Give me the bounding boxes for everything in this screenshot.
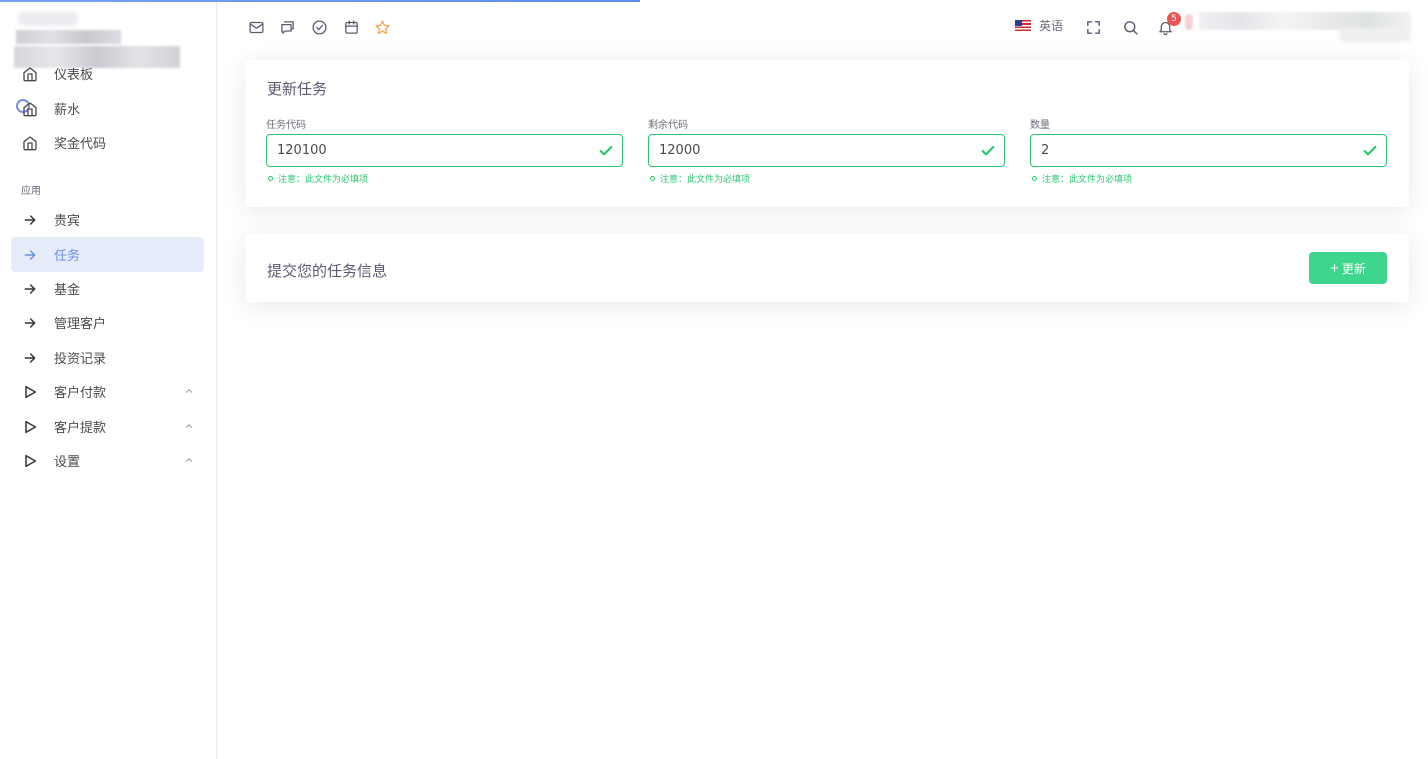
- circle-icon: [268, 176, 273, 181]
- sidebar-item-dashboard[interactable]: 仪表板: [11, 56, 204, 91]
- field-label: 数量: [1030, 120, 1050, 131]
- field-label: 剩余代码: [648, 120, 688, 131]
- calendar-icon[interactable]: [342, 18, 360, 36]
- hint-text: 注意：此文件为必填项: [1042, 175, 1133, 185]
- sidebar-item-bonus-code[interactable]: 奖金代码: [11, 125, 204, 160]
- loading-progress-bar: [0, 0, 640, 2]
- sidebar-item-label: 客户付款: [54, 386, 107, 401]
- remaining-code-input-wrapper: [648, 134, 1005, 167]
- home-icon: [21, 100, 39, 118]
- sidebar-item-settings[interactable]: 设置: [11, 443, 204, 478]
- sidebar-item-label: 客户提款: [54, 421, 107, 436]
- check-icon: [599, 145, 613, 156]
- hint-text: 注意：此文件为必填项: [660, 175, 751, 185]
- home-icon: [21, 65, 39, 83]
- arrow-right-icon: [21, 246, 39, 264]
- chevron-up-icon: [185, 458, 193, 462]
- play-icon: [21, 383, 39, 401]
- sidebar-item-label: 贵宾: [54, 214, 81, 229]
- update-task-card: 更新任务 任务代码 注意：此文件为必填项 剩余代码 注意：此文件为必填项 数量: [245, 60, 1409, 207]
- arrow-right-icon: [21, 280, 39, 298]
- sidebar-item-customer-payments[interactable]: 客户付款: [11, 374, 204, 409]
- play-icon: [21, 418, 39, 436]
- notification-badge: 5: [1167, 12, 1181, 26]
- sidebar-item-label: 管理客户: [54, 317, 107, 332]
- home-icon: [21, 134, 39, 152]
- remaining-code-field: 剩余代码 注意：此文件为必填项: [648, 116, 1005, 185]
- language-selector[interactable]: 英语: [1015, 17, 1063, 34]
- mail-icon[interactable]: [247, 18, 265, 36]
- star-icon[interactable]: [373, 18, 391, 36]
- field-hint: 注意：此文件为必填项: [648, 172, 1005, 185]
- task-code-field: 任务代码 注意：此文件为必填项: [266, 116, 623, 185]
- submit-task-card: 提交您的任务信息 + 更新: [245, 234, 1409, 302]
- sidebar-item-label: 设置: [54, 455, 81, 470]
- sidebar-item-manage-customers[interactable]: 管理客户: [11, 305, 204, 340]
- arrow-right-icon: [21, 349, 39, 367]
- hint-text: 注意：此文件为必填项: [278, 175, 369, 185]
- check-circle-icon[interactable]: [310, 18, 328, 36]
- sidebar-item-label: 奖金代码: [54, 137, 107, 152]
- card-title: 提交您的任务信息: [267, 262, 388, 280]
- task-code-input-wrapper: [266, 134, 623, 167]
- user-profile-redacted[interactable]: [1185, 2, 1411, 44]
- fullscreen-icon[interactable]: [1084, 18, 1102, 36]
- sidebar-section-label: 应用: [21, 186, 41, 197]
- search-icon[interactable]: [1121, 18, 1139, 36]
- update-button-label: 更新: [1341, 261, 1366, 276]
- field-hint: 注意：此文件为必填项: [266, 172, 623, 185]
- sidebar-item-label: 仪表板: [54, 68, 94, 83]
- quantity-input-wrapper: [1030, 134, 1387, 167]
- sidebar-item-fund[interactable]: 基金: [11, 271, 204, 306]
- check-icon: [1363, 145, 1377, 156]
- quantity-field: 数量 注意：此文件为必填项: [1030, 116, 1387, 185]
- update-button[interactable]: + 更新: [1309, 252, 1387, 284]
- sidebar: 仪表板 薪水 奖金代码 应用 贵宾 任务 基金 管理客户 投资记录 客户付款 客…: [0, 0, 217, 759]
- sidebar-item-customer-withdrawals[interactable]: 客户提款: [11, 409, 204, 444]
- sidebar-item-label: 基金: [54, 283, 81, 298]
- arrow-right-icon: [21, 314, 39, 332]
- field-label: 任务代码: [266, 120, 306, 131]
- chevron-up-icon: [185, 424, 193, 428]
- play-icon: [21, 452, 39, 470]
- chevron-up-icon: [185, 389, 193, 393]
- circle-icon: [650, 176, 655, 181]
- chat-icon[interactable]: [278, 18, 296, 36]
- language-label: 英语: [1039, 19, 1064, 33]
- sidebar-item-tasks[interactable]: 任务: [11, 237, 204, 272]
- plus-icon: +: [1330, 259, 1339, 277]
- sidebar-item-label: 薪水: [54, 103, 81, 118]
- quantity-input[interactable]: [1031, 135, 1386, 166]
- check-icon: [981, 145, 995, 156]
- remaining-code-input[interactable]: [649, 135, 1004, 166]
- sidebar-item-investment-records[interactable]: 投资记录: [11, 340, 204, 375]
- task-code-input[interactable]: [267, 135, 622, 166]
- us-flag-icon: [1015, 20, 1031, 31]
- card-title: 更新任务: [267, 80, 328, 98]
- sidebar-item-label: 任务: [54, 249, 81, 264]
- sidebar-item-salary[interactable]: 薪水: [11, 91, 204, 126]
- field-hint: 注意：此文件为必填项: [1030, 172, 1387, 185]
- top-navbar: 英语 5: [217, 0, 1428, 55]
- circle-icon: [1032, 176, 1037, 181]
- sidebar-item-label: 投资记录: [54, 352, 107, 367]
- sidebar-item-vip[interactable]: 贵宾: [11, 202, 204, 237]
- arrow-right-icon: [21, 211, 39, 229]
